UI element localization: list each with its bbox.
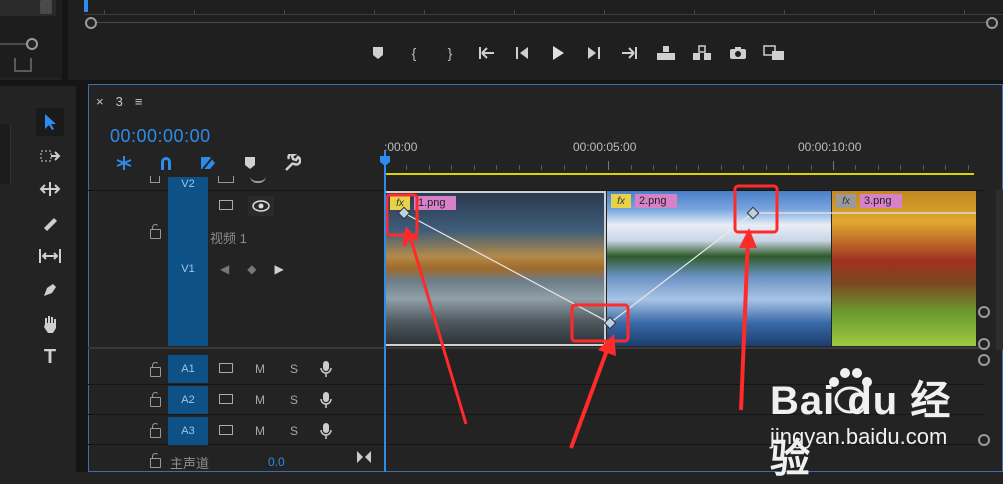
- highlight-box: [570, 303, 630, 343]
- opacity-line[interactable]: [403, 212, 976, 324]
- keyframe-2[interactable]: [603, 316, 617, 330]
- highlight-box: [733, 184, 779, 234]
- keyframe-1[interactable]: [397, 206, 411, 220]
- arrow: [402, 229, 468, 425]
- scroll-knob[interactable]: [978, 338, 990, 350]
- baidu-watermark: Bai du 经验 jingyan.baidu.com: [740, 360, 990, 481]
- scroll-knob-top[interactable]: [978, 306, 990, 318]
- arrow-head: [598, 334, 616, 356]
- watermark-url: jingyan.baidu.com: [770, 424, 948, 449]
- playhead-line[interactable]: [384, 150, 386, 472]
- keyframe-3[interactable]: [746, 206, 760, 220]
- vertical-scrollbar[interactable]: [996, 190, 1003, 350]
